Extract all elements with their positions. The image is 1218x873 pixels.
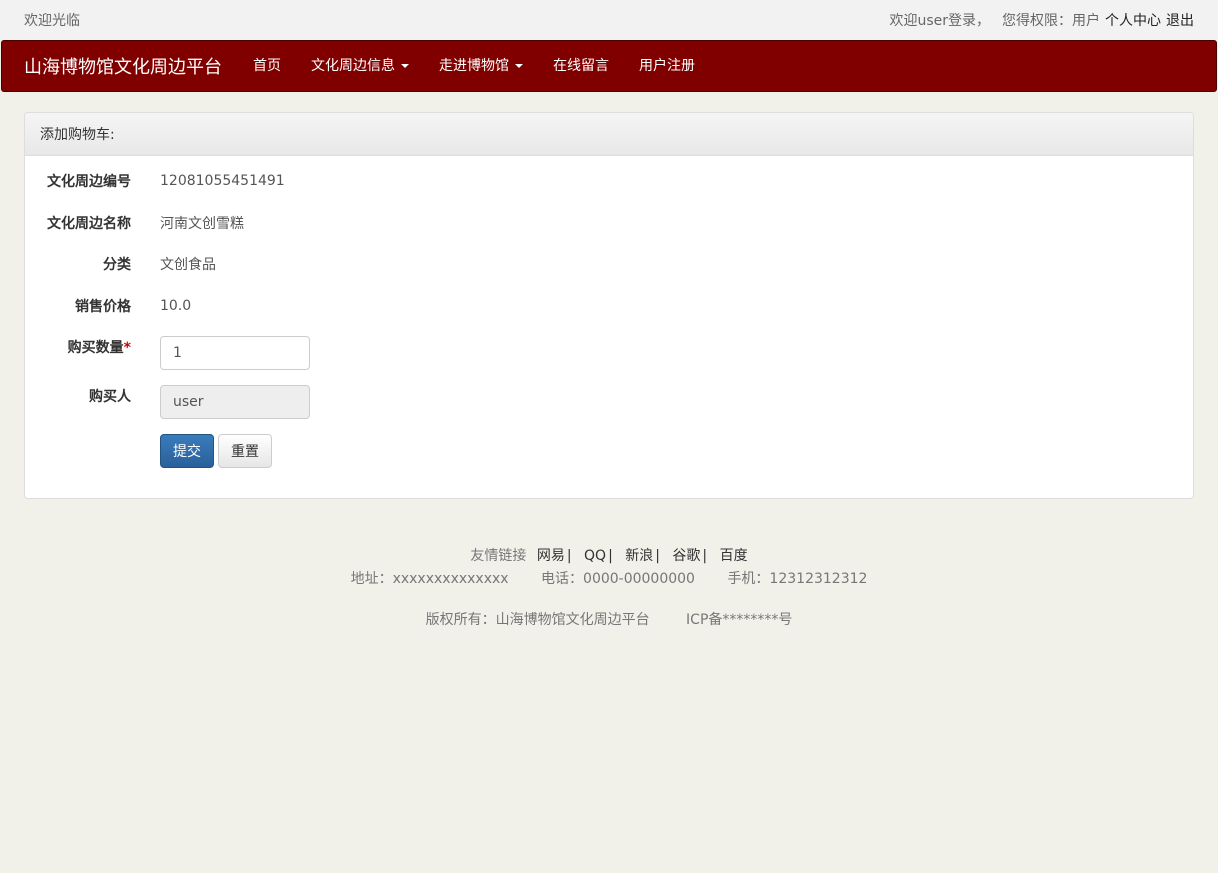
permission-text: 您得权限：用户	[1002, 13, 1100, 29]
footer-mobile: 手机：12312312312	[727, 571, 868, 587]
reset-button[interactable]: 重置	[218, 434, 272, 468]
login-text: 欢迎user登录，	[889, 13, 990, 29]
form-row-buyer: 购买人	[25, 386, 131, 406]
form-row-code: 文化周边编号 12081055451491	[25, 171, 285, 191]
form-row-name: 文化周边名称 河南文创雪糕	[25, 213, 244, 233]
code-label: 文化周边编号	[47, 174, 131, 190]
required-marker: *	[123, 340, 131, 356]
form-row-category: 分类 文创食品	[25, 254, 216, 274]
category-label: 分类	[103, 257, 131, 273]
name-value: 河南文创雪糕	[160, 216, 244, 232]
price-label: 销售价格	[75, 299, 131, 315]
link-separator: |	[702, 548, 708, 564]
nav-item-register[interactable]: 用户注册	[624, 41, 710, 91]
panel-heading: 添加购物车:	[25, 113, 1193, 156]
link-separator: |	[566, 548, 572, 564]
name-label: 文化周边名称	[47, 216, 131, 232]
caret-down-icon	[401, 64, 409, 68]
welcome-text: 欢迎光临	[24, 13, 80, 29]
nav-item-products[interactable]: 文化周边信息	[296, 41, 424, 91]
copyright-text: 版权所有：山海博物馆文化周边平台	[425, 612, 650, 628]
nav-item-home[interactable]: 首页	[238, 41, 296, 91]
price-value: 10.0	[160, 298, 192, 314]
footer-contact: 地址：xxxxxxxxxxxxxx 电话：0000-00000000 手机：12…	[0, 568, 1218, 588]
nav-item-label: 文化周边信息	[311, 58, 395, 74]
code-value: 12081055451491	[160, 173, 285, 189]
buyer-label: 购买人	[89, 389, 131, 405]
nav-item-museum[interactable]: 走进博物馆	[424, 41, 538, 91]
link-sina[interactable]: 新浪	[625, 548, 653, 564]
top-bar: 欢迎光临 欢迎user登录， 您得权限：用户 个人中心 退出	[0, 0, 1218, 40]
link-baidu[interactable]: 百度	[720, 548, 748, 564]
link-separator: |	[655, 548, 660, 564]
quantity-label: 购买数量*	[25, 337, 131, 357]
category-value: 文创食品	[160, 257, 216, 273]
nav-item-label: 走进博物馆	[439, 58, 509, 74]
form-row-price: 销售价格 10.0	[25, 296, 191, 316]
footer-links: 友情链接 网易 | QQ | 新浪 | 谷歌 | 百度	[0, 545, 1218, 565]
nav-item-label: 首页	[253, 58, 281, 74]
quantity-input[interactable]	[160, 336, 310, 370]
form-row-quantity: 购买数量*	[25, 337, 131, 357]
link-qq[interactable]: QQ	[584, 548, 606, 564]
footer-copyright: 版权所有：山海博物馆文化周边平台 ICP备********号	[0, 609, 1218, 629]
icp-text: ICP备********号	[686, 612, 793, 628]
site-brand[interactable]: 山海博物馆文化周边平台	[24, 53, 222, 79]
footer-address: 地址：xxxxxxxxxxxxxx	[350, 571, 509, 587]
nav-item-message[interactable]: 在线留言	[538, 41, 624, 91]
nav-item-label: 在线留言	[553, 58, 609, 74]
link-google[interactable]: 谷歌	[672, 548, 700, 564]
link-netease[interactable]: 网易	[537, 548, 565, 564]
nav-item-label: 用户注册	[639, 58, 695, 74]
main-navbar: 山海博物馆文化周边平台 首页 文化周边信息 走进博物馆 在线留言 用户注册	[1, 40, 1217, 92]
add-to-cart-panel: 添加购物车: 文化周边编号 12081055451491 文化周边名称 河南文创…	[24, 112, 1194, 499]
buyer-input[interactable]	[160, 385, 310, 419]
caret-down-icon	[515, 64, 523, 68]
link-separator: |	[608, 548, 613, 564]
user-status: 欢迎user登录， 您得权限：用户 个人中心 退出	[885, 10, 1194, 30]
quantity-label-text: 购买数量	[67, 340, 124, 356]
footer-phone: 电话：0000-00000000	[541, 571, 695, 587]
links-label: 友情链接	[470, 548, 527, 564]
submit-button[interactable]: 提交	[160, 434, 214, 468]
logout-link[interactable]: 退出	[1166, 10, 1194, 30]
personal-center-link[interactable]: 个人中心	[1105, 10, 1161, 30]
